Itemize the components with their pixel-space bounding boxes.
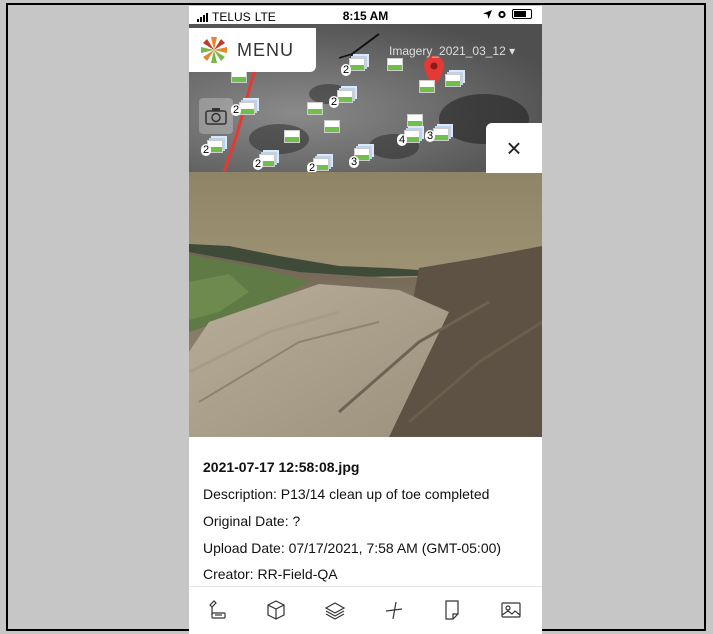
photo-marker[interactable] xyxy=(349,58,365,71)
alarm-icon xyxy=(498,10,506,19)
notes-button[interactable] xyxy=(439,597,465,623)
photo-marker[interactable] xyxy=(445,74,461,87)
photo-marker[interactable] xyxy=(387,58,403,71)
vertex-icon xyxy=(385,601,403,620)
cluster-count: 2 xyxy=(253,158,264,170)
measure-tool-button[interactable] xyxy=(205,597,231,623)
camera-icon xyxy=(205,108,227,125)
cluster-count: 3 xyxy=(425,130,436,142)
photo-marker[interactable] xyxy=(407,114,423,127)
layers-icon xyxy=(324,602,346,620)
phone-screen: TELUS LTE 8:15 AM MENU Imagery_2021_03_1… xyxy=(189,6,542,634)
note-icon xyxy=(445,600,459,620)
3d-view-button[interactable] xyxy=(263,597,289,623)
camera-button[interactable] xyxy=(199,98,233,134)
photo-marker[interactable] xyxy=(337,90,353,103)
cube-icon xyxy=(267,600,285,620)
cluster-count: 2 xyxy=(231,104,242,116)
photo-filename: 2021-07-17 12:58:08.jpg xyxy=(203,459,360,475)
photo-description: Description: P13/14 clean up of toe comp… xyxy=(203,486,490,502)
layers-button[interactable] xyxy=(322,597,348,623)
menu-button[interactable]: MENU xyxy=(189,28,316,72)
chevron-down-icon: ▾ xyxy=(509,44,516,58)
cluster-count: 2 xyxy=(329,96,340,108)
battery-icon xyxy=(512,9,532,19)
photo-marker[interactable] xyxy=(324,120,340,133)
photo-details: 2021-07-17 12:58:08.jpg Description: P13… xyxy=(189,437,542,587)
photo-original-date: Original Date: ? xyxy=(203,513,301,529)
logo-icon xyxy=(201,37,227,63)
cluster-count: 4 xyxy=(397,134,408,146)
image-icon xyxy=(501,602,521,618)
close-button[interactable]: × xyxy=(486,123,542,173)
measure-icon xyxy=(209,600,226,619)
photo-upload-date: Upload Date: 07/17/2021, 7:58 AM (GMT-05… xyxy=(203,540,502,556)
close-icon: × xyxy=(506,132,522,163)
imagery-selector-label: Imagery_2021_03_12 xyxy=(389,44,506,58)
cluster-count: 3 xyxy=(349,156,360,168)
location-arrow-icon xyxy=(483,9,492,19)
bottom-toolbar xyxy=(189,586,542,634)
status-bar: TELUS LTE 8:15 AM xyxy=(189,6,542,28)
cluster-count: 2 xyxy=(201,144,212,156)
gallery-button[interactable] xyxy=(498,597,524,623)
menu-label: MENU xyxy=(237,39,294,60)
photo-marker[interactable] xyxy=(419,80,435,93)
photo-marker[interactable] xyxy=(307,102,323,115)
cluster-count: 2 xyxy=(341,64,352,76)
photo-creator: Creator: RR-Field-QA xyxy=(203,566,338,582)
site-photo-image xyxy=(189,172,542,437)
vertex-tool-button[interactable] xyxy=(381,597,407,623)
imagery-selector[interactable]: Imagery_2021_03_12 ▾ xyxy=(389,44,515,58)
photo-marker[interactable] xyxy=(239,102,255,115)
photo-marker[interactable] xyxy=(433,128,449,141)
site-photo[interactable] xyxy=(189,172,542,437)
photo-marker[interactable] xyxy=(284,130,300,143)
status-right xyxy=(483,9,532,19)
